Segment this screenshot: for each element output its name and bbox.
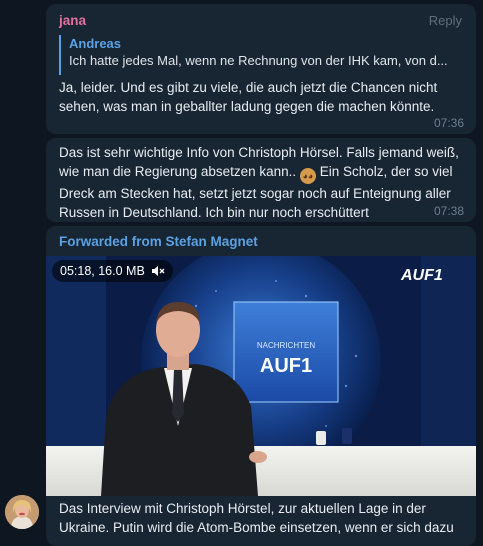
screen-small-text: NACHRICHTEN <box>257 341 315 350</box>
message-text: Das ist sehr wichtige Info von Christoph… <box>59 143 464 222</box>
message-caption: Das Interview mit Christoph Hörstel, zur… <box>59 501 454 535</box>
quote-text: Ich hatte jedes Mal, wenn ne Rechnung vo… <box>69 53 448 68</box>
video-info-badge[interactable]: 05:18, 16.0 MB <box>52 260 173 282</box>
speaker-muted-icon[interactable] <box>151 265 165 277</box>
forwarded-from-label[interactable]: Forwarded from Stefan Magnet <box>59 234 258 249</box>
message-time: 07:38 <box>433 204 464 218</box>
video-thumbnail: NACHRICHTEN AUF1 AUF1 <box>46 256 476 496</box>
message-time: 07:36 <box>433 116 464 130</box>
message-bubble[interactable]: Forwarded from Stefan Magnet NACHRICHTEN… <box>46 226 476 546</box>
avatar[interactable] <box>5 495 39 529</box>
video-duration-size: 05:18, 16.0 MB <box>60 264 145 278</box>
user-avatar-image <box>5 495 39 529</box>
see-no-evil-monkey-icon: ◕◕ <box>299 168 316 184</box>
reply-button[interactable]: Reply <box>429 13 462 28</box>
message-text: Ja, leider. Und es gibt zu viele, die au… <box>59 80 438 114</box>
message-bubble[interactable]: Das ist sehr wichtige Info von Christoph… <box>46 138 476 222</box>
sender-name[interactable]: jana <box>59 13 86 28</box>
channel-logo: AUF1 <box>400 267 443 284</box>
video-player[interactable]: NACHRICHTEN AUF1 AUF1 05:18, 16.0 MB <box>46 256 476 496</box>
message-bubble[interactable]: jana Reply Andreas Ich hatte jedes Mal, … <box>46 4 476 134</box>
screen-big-text: AUF1 <box>260 355 312 377</box>
reply-quote[interactable]: Andreas Ich hatte jedes Mal, wenn ne Rec… <box>59 35 463 75</box>
quote-author: Andreas <box>69 36 122 51</box>
